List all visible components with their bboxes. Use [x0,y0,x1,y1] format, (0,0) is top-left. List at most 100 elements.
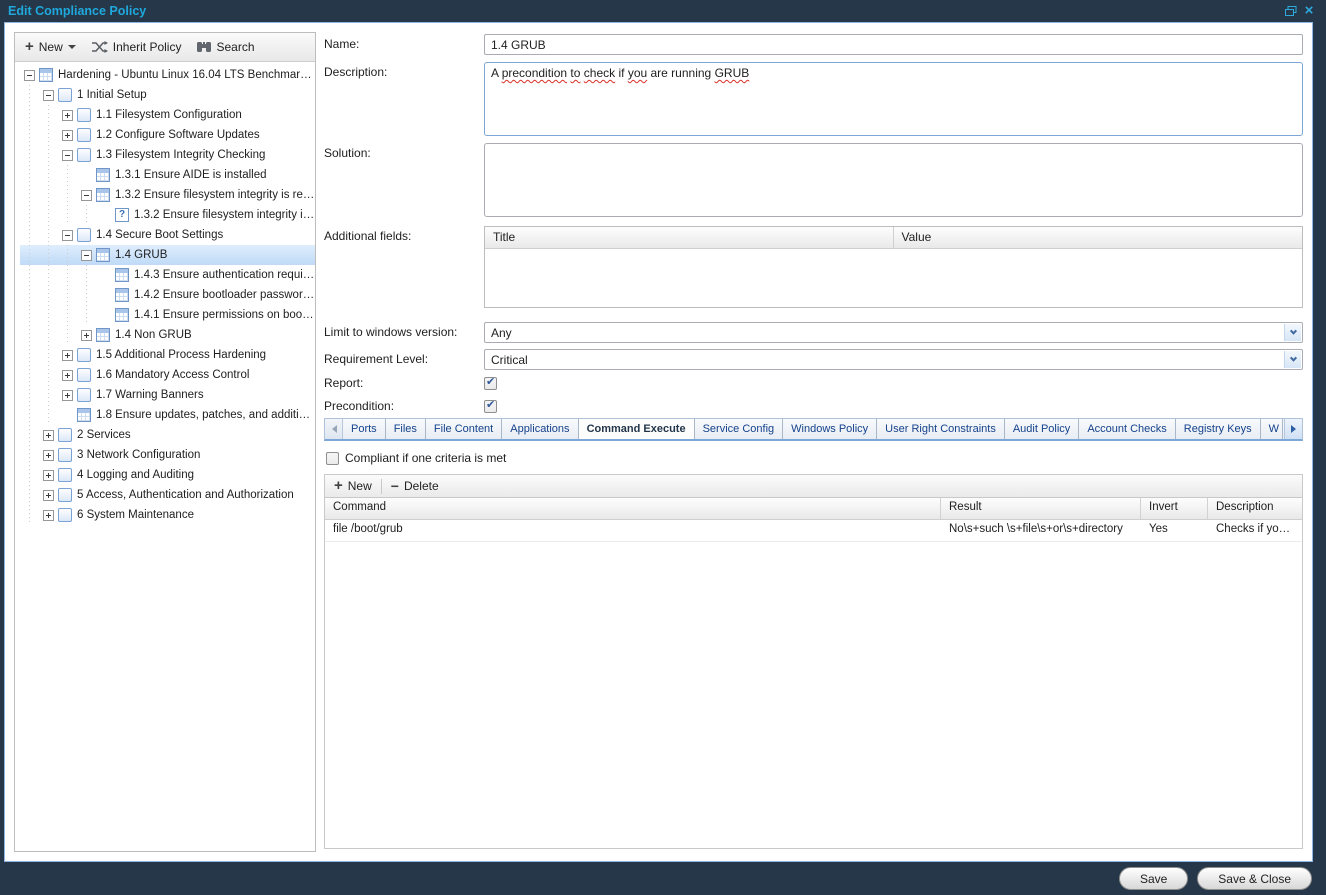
tab-ports[interactable]: Ports [343,419,386,439]
dialog-body: + New Inherit Policy [4,22,1313,862]
column-header-title[interactable]: Title [485,227,894,248]
tab-files[interactable]: Files [386,419,426,439]
criteria-new-button[interactable]: + New [334,479,372,493]
solution-input[interactable] [484,143,1303,217]
tab-account-checks[interactable]: Account Checks [1079,419,1175,439]
category-icon [58,428,72,442]
tree-indent-guide [20,145,39,165]
tree-item[interactable]: 1.4.3 Ensure authentication required fo.… [20,265,315,285]
column-header-description[interactable]: Description [1208,498,1302,519]
tab-user-right-constraints[interactable]: User Right Constraints [877,419,1005,439]
tree-toolbar: + New Inherit Policy [15,33,315,62]
description-label: Description: [324,62,484,136]
tree-item[interactable]: Hardening - Ubuntu Linux 16.04 LTS Bench… [20,65,315,85]
criteria-cell: Checks if you ha... [1208,520,1302,542]
tree-item-label: 1.3 Filesystem Integrity Checking [96,149,265,161]
criteria-table-empty-area [325,542,1302,848]
tree-indent-guide [39,305,58,325]
tab-registry-keys[interactable]: Registry Keys [1176,419,1261,439]
tree-item[interactable]: 5 Access, Authentication and Authorizati… [20,485,315,505]
expand-icon[interactable] [43,490,54,501]
chevron-down-icon[interactable] [1284,324,1301,341]
tab-scroll-right-icon[interactable] [1284,419,1302,439]
category-icon [58,488,72,502]
tree-indent-guide [39,365,58,385]
tab-command-execute[interactable]: Command Execute [579,419,695,439]
column-header-invert[interactable]: Invert [1141,498,1208,519]
tab-audit-policy[interactable]: Audit Policy [1005,419,1079,439]
expand-icon[interactable] [43,450,54,461]
tree-item[interactable]: 1.4.1 Ensure permissions on bootloader..… [20,305,315,325]
tree-item-label: 5 Access, Authentication and Authorizati… [77,489,294,501]
tree-item-label: 1.8 Ensure updates, patches, and additio… [96,409,315,421]
tree-item[interactable]: 4 Logging and Auditing [20,465,315,485]
limit-version-label: Limit to windows version: [324,322,484,343]
tree-item[interactable]: 1.2 Configure Software Updates [20,125,315,145]
collapse-icon[interactable] [62,150,73,161]
expand-icon[interactable] [62,390,73,401]
chevron-down-icon[interactable] [1284,351,1301,368]
tree-item[interactable]: 1.3.2 Ensure filesystem integrity is reg… [20,185,315,205]
tree-item[interactable]: 1.4.2 Ensure bootloader password is set [20,285,315,305]
tree-indent-guide [20,425,39,445]
tree-item[interactable]: 2 Services [20,425,315,445]
expand-icon[interactable] [62,350,73,361]
save-close-button[interactable]: Save & Close [1197,867,1312,890]
column-header-command[interactable]: Command [325,498,941,519]
save-button[interactable]: Save [1119,867,1188,890]
tree-item[interactable]: 1.4 Non GRUB [20,325,315,345]
requirement-level-select[interactable]: Critical [484,349,1303,370]
tree-item[interactable]: 1.8 Ensure updates, patches, and additio… [20,405,315,425]
tree-indent-guide [20,125,39,145]
tree-item[interactable]: 1.7 Warning Banners [20,385,315,405]
expand-icon[interactable] [62,110,73,121]
collapse-icon[interactable] [24,70,35,81]
criteria-row[interactable]: file /boot/grubNo\s+such \s+file\s+or\s+… [325,520,1302,542]
compliant-checkbox[interactable] [326,452,339,465]
tab-windows-policy[interactable]: Windows Policy [783,419,877,439]
tree-item[interactable]: 6 System Maintenance [20,505,315,525]
column-header-result[interactable]: Result [941,498,1141,519]
category-icon [77,148,91,162]
restore-window-icon[interactable] [1282,3,1300,19]
collapse-icon[interactable] [81,190,92,201]
tab-scroll-left-icon[interactable] [325,419,343,439]
expand-icon[interactable] [43,470,54,481]
report-checkbox[interactable] [484,377,497,390]
name-input[interactable] [484,34,1303,55]
tree-indent-guide [77,305,96,325]
limit-version-select[interactable]: Any [484,322,1303,343]
compliant-label: Compliant if one criteria is met [345,451,506,465]
collapse-icon[interactable] [62,230,73,241]
collapse-icon[interactable] [43,90,54,101]
tab-applications[interactable]: Applications [502,419,578,439]
description-input[interactable]: A precondition to check if you are runni… [484,62,1303,136]
tab-file-content[interactable]: File Content [426,419,502,439]
column-header-value[interactable]: Value [894,227,1303,248]
expand-icon[interactable] [62,370,73,381]
expand-icon[interactable] [62,130,73,141]
precondition-checkbox[interactable] [484,400,497,413]
criteria-delete-button[interactable]: − Delete [391,479,439,493]
close-icon[interactable]: × [1300,3,1318,19]
inherit-policy-button[interactable]: Inherit Policy [92,40,182,54]
tab-service-config[interactable]: Service Config [695,419,784,439]
tab-w[interactable]: W [1261,419,1283,439]
tree-item[interactable]: ?1.3.2 Ensure filesystem integrity is re… [20,205,315,225]
expand-icon[interactable] [43,510,54,521]
tree-item[interactable]: 1.4 Secure Boot Settings [20,225,315,245]
tree-item[interactable]: 1.1 Filesystem Configuration [20,105,315,125]
tree-item[interactable]: 1.3 Filesystem Integrity Checking [20,145,315,165]
tree-item-label: 1.4 Secure Boot Settings [96,229,223,241]
search-button[interactable]: Search [197,40,254,54]
expand-icon[interactable] [43,430,54,441]
tree-item[interactable]: 1.3.1 Ensure AIDE is installed [20,165,315,185]
collapse-icon[interactable] [81,250,92,261]
tree-item[interactable]: 3 Network Configuration [20,445,315,465]
expand-icon[interactable] [81,330,92,341]
tree-item[interactable]: 1.5 Additional Process Hardening [20,345,315,365]
new-button[interactable]: + New [25,40,76,54]
tree-item[interactable]: 1.4 GRUB [20,245,315,265]
tree-item[interactable]: 1 Initial Setup [20,85,315,105]
tree-item[interactable]: 1.6 Mandatory Access Control [20,365,315,385]
